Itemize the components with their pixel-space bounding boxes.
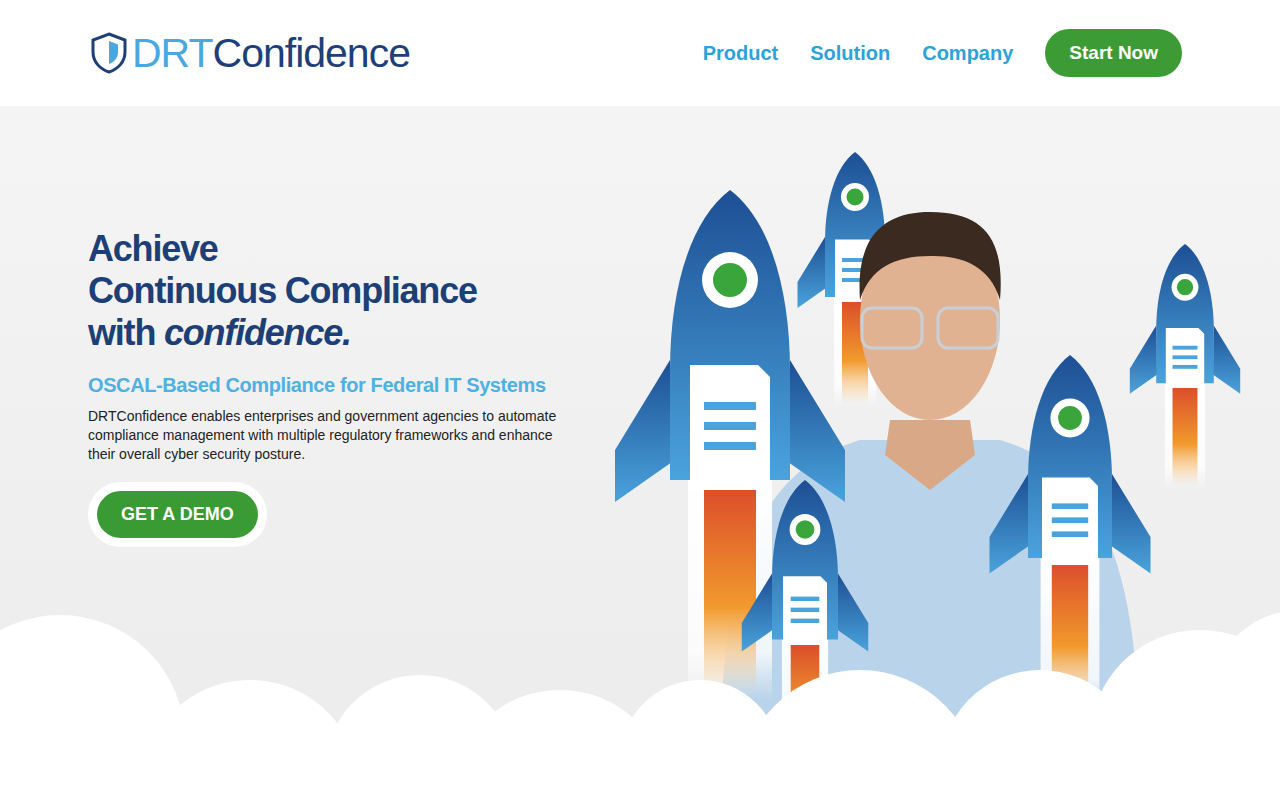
hero-subtitle: OSCAL-Based Compliance for Federal IT Sy… <box>88 374 588 397</box>
rocket-icon <box>615 190 845 700</box>
hero-content: AchieveContinuous Compliance with confid… <box>0 106 588 547</box>
hero-description: DRTConfidence enables enterprises and go… <box>88 407 558 464</box>
main-nav: Product Solution Company Start Now <box>703 29 1182 77</box>
hero: AchieveContinuous Compliance with confid… <box>0 106 1280 788</box>
nav-link[interactable]: Solution <box>810 42 890 65</box>
site-header: DRTConfidence Product Solution Company Sta… <box>0 0 1280 106</box>
clouds <box>0 610 1280 788</box>
nav-link[interactable]: Product <box>703 42 779 65</box>
get-demo-button[interactable]: GET A DEMO <box>97 491 258 538</box>
rocket-icon <box>1130 244 1240 489</box>
hero-heading: AchieveContinuous Compliance with confid… <box>88 228 588 354</box>
nav-link[interactable]: Company <box>922 42 1013 65</box>
logo[interactable]: DRTConfidence <box>90 30 410 77</box>
start-now-button[interactable]: Start Now <box>1045 29 1182 77</box>
landing-page: DRTConfidence Product Solution Company Sta… <box>0 0 1280 788</box>
demo-button-halo: GET A DEMO <box>88 482 267 547</box>
shield-icon <box>90 32 128 74</box>
